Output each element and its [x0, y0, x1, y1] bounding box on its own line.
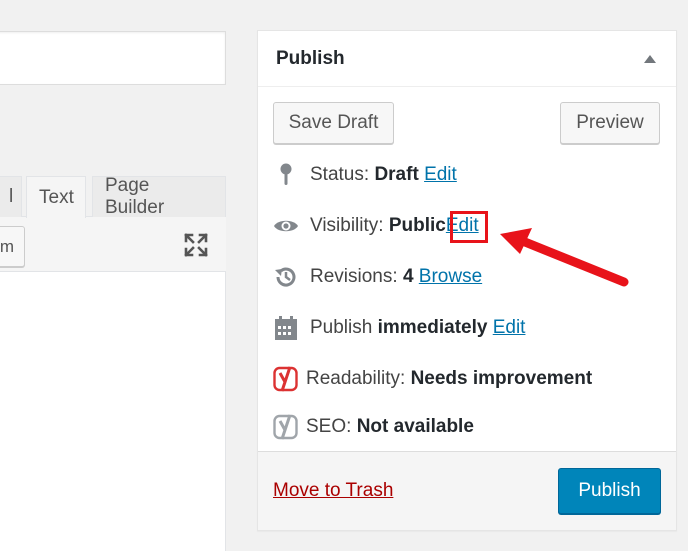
publish-footer: Move to Trash Publish [258, 451, 676, 530]
add-media-button[interactable]: m [0, 226, 25, 267]
fullscreen-icon[interactable] [183, 232, 209, 258]
schedule-label: Publish [310, 317, 373, 338]
yoast-readability-icon [272, 365, 300, 393]
visibility-label: Visibility: [310, 215, 384, 236]
schedule-row: Publish immediately Edit [272, 314, 525, 342]
preview-button[interactable]: Preview [560, 102, 660, 144]
revisions-row: Revisions: 4 Browse [272, 263, 482, 291]
collapse-toggle-icon[interactable] [644, 54, 656, 63]
seo-label: SEO: [306, 416, 352, 437]
schedule-edit-link[interactable]: Edit [493, 317, 526, 339]
revisions-count: 4 [402, 266, 414, 287]
visibility-value: Public [388, 215, 446, 236]
revisions-browse-link[interactable]: Browse [419, 266, 482, 288]
history-icon [272, 263, 300, 291]
tab-visual[interactable]: l [0, 176, 22, 217]
schedule-value: immediately [377, 317, 488, 338]
readability-value: Needs improvement [410, 368, 593, 389]
add-media-label: m [0, 236, 14, 256]
tab-visual-label: l [9, 186, 14, 207]
tab-text-label: Text [39, 186, 74, 208]
publish-header[interactable]: Publish [258, 31, 676, 87]
status-edit-link[interactable]: Edit [424, 164, 457, 186]
tab-page-builder[interactable]: Page Builder [92, 175, 226, 218]
calendar-icon [272, 314, 300, 342]
status-label: Status: [310, 164, 370, 185]
save-draft-button[interactable]: Save Draft [273, 102, 394, 144]
tab-text[interactable]: Text [26, 176, 86, 218]
revisions-label: Revisions: [310, 266, 398, 287]
publish-title: Publish [276, 47, 345, 69]
seo-value: Not available [356, 416, 474, 437]
eye-icon [272, 212, 300, 240]
annotation-arrow-icon [500, 228, 629, 287]
publish-button[interactable]: Publish [558, 468, 661, 514]
post-title-input[interactable] [0, 31, 226, 85]
readability-row: Readability: Needs improvement [272, 365, 592, 393]
visibility-row: Visibility: Public Edit [272, 212, 479, 240]
seo-row: SEO: Not available [272, 413, 474, 441]
move-to-trash-link[interactable]: Move to Trash [273, 480, 393, 502]
status-value: Draft [374, 164, 419, 185]
status-row: Status: Draft Edit [272, 161, 457, 189]
readability-label: Readability: [306, 368, 406, 389]
annotation-highlight-box [450, 211, 488, 243]
yoast-seo-icon [272, 413, 300, 441]
tab-page-builder-label: Page Builder [105, 175, 165, 218]
pin-icon [272, 161, 300, 189]
